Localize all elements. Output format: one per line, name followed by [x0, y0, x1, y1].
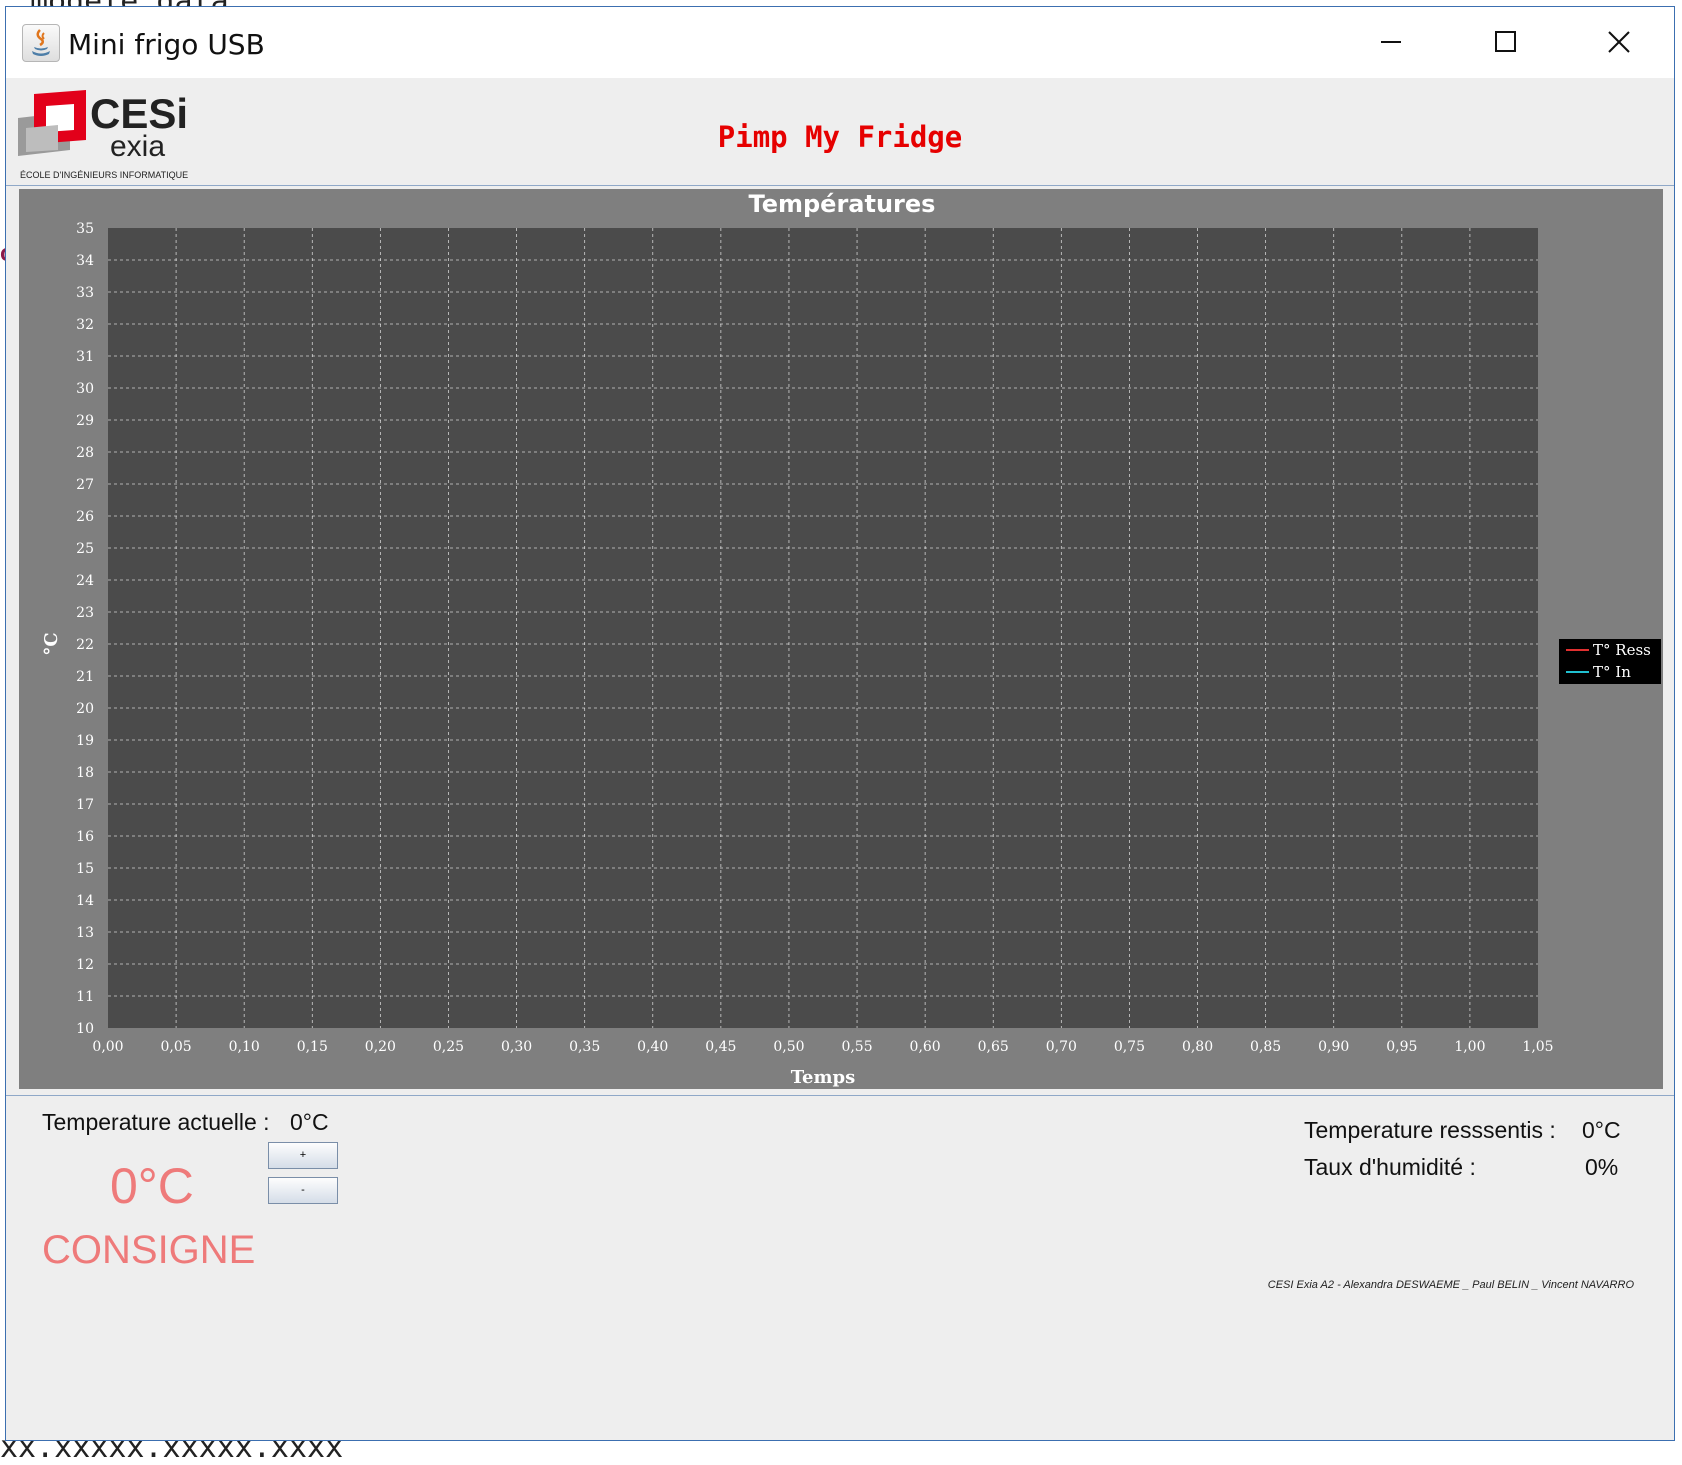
x-tick-label: 0,85 [1250, 1039, 1281, 1055]
current-temperature-label: Temperature actuelle : [42, 1109, 270, 1135]
humidity-value: 0% [1585, 1154, 1619, 1180]
y-tick-label: 35 [76, 221, 94, 237]
x-tick-label: 0,65 [978, 1039, 1009, 1055]
y-tick-label: 17 [76, 797, 94, 813]
y-tick-label: 23 [76, 605, 94, 621]
maximize-button[interactable] [1448, 7, 1563, 78]
minimize-icon [1381, 41, 1401, 43]
y-tick-label: 33 [76, 285, 94, 301]
close-icon [1608, 31, 1630, 53]
setpoint-label: CONSIGNE [42, 1228, 256, 1272]
credits-text: CESI Exia A2 - Alexandra DESWAEME _ Paul… [1267, 1279, 1634, 1291]
y-tick-label: 32 [76, 317, 94, 333]
x-tick-label: 1,05 [1522, 1039, 1553, 1055]
title-bar: Mini frigo USB [6, 7, 1674, 78]
x-tick-label: 0,50 [773, 1039, 804, 1055]
close-button[interactable] [1561, 7, 1676, 78]
y-tick-label: 11 [76, 989, 94, 1005]
x-tick-label: 0,75 [1114, 1039, 1145, 1055]
felt-temperature-label: Temperature resssentis : [1304, 1117, 1556, 1143]
app-window: Mini frigo USB CESi exia ÉCOLE D'INGÉNIE… [5, 6, 1675, 1441]
increase-setpoint-button[interactable]: + [268, 1142, 338, 1169]
current-temperature-value: 0°C [290, 1109, 329, 1135]
x-axis-label: Temps [791, 1067, 856, 1088]
x-tick-label: 0,25 [433, 1039, 464, 1055]
app-title: Pimp My Fridge [717, 120, 963, 154]
y-tick-label: 25 [76, 541, 94, 557]
y-tick-label: 29 [76, 413, 94, 429]
x-tick-label: 0,95 [1386, 1039, 1417, 1055]
y-tick-label: 19 [76, 733, 94, 749]
x-tick-label: 0,55 [841, 1039, 872, 1055]
y-tick-label: 14 [76, 893, 94, 909]
setpoint-value: 0°C [110, 1158, 194, 1214]
minimize-button[interactable] [1333, 7, 1448, 78]
y-tick-label: 13 [76, 925, 94, 941]
x-tick-label: 0,60 [910, 1039, 941, 1055]
chart-title: Températures [749, 190, 936, 218]
chart-svg: Températures 0,00 0,05 0,10 0,15 0,20 0,25 0,3… [41, 190, 1661, 1088]
felt-temperature-value: 0°C [1582, 1117, 1621, 1143]
y-tick-label: 15 [76, 861, 94, 877]
y-tick-label: 16 [76, 829, 94, 845]
legend-label: T° In [1593, 663, 1631, 681]
y-tick-label: 28 [76, 445, 94, 461]
y-axis-label: °C [41, 632, 62, 655]
x-tick-label: 1,00 [1454, 1039, 1485, 1055]
y-tick-label: 31 [76, 349, 94, 365]
x-tick-label: 0,15 [297, 1039, 328, 1055]
x-tick-label: 0,90 [1318, 1039, 1349, 1055]
decrease-setpoint-button[interactable]: - [268, 1177, 338, 1204]
y-tick-label: 30 [76, 381, 94, 397]
y-tick-label: 18 [76, 765, 94, 781]
legend-label: T° Ress [1593, 641, 1651, 659]
x-tick-label: 0,10 [229, 1039, 260, 1055]
humidity-label: Taux d'humidité : [1304, 1154, 1476, 1180]
status-panel: Temperature actuelle : 0°C 0°C CONSIGNE … [6, 1095, 1674, 1441]
x-tick-label: 0,35 [569, 1039, 600, 1055]
x-tick-label: 0,00 [92, 1039, 123, 1055]
y-tick-label: 34 [76, 253, 94, 269]
x-tick-label: 0,40 [637, 1039, 668, 1055]
x-tick-label: 0,70 [1046, 1039, 1077, 1055]
y-tick-label: 27 [76, 477, 94, 493]
maximize-icon [1495, 31, 1516, 52]
x-tick-label: 0,80 [1182, 1039, 1213, 1055]
y-tick-label: 10 [76, 1021, 94, 1037]
java-app-icon [22, 24, 60, 62]
x-tick-label: 0,05 [161, 1039, 192, 1055]
x-tick-label: 0,30 [501, 1039, 532, 1055]
x-tick-label: 0,45 [705, 1039, 736, 1055]
header-panel: CESi exia ÉCOLE D'INGÉNIEURS INFORMATIQU… [6, 78, 1674, 186]
x-tick-label: 0,20 [365, 1039, 396, 1055]
logo-tagline: ÉCOLE D'INGÉNIEURS INFORMATIQUE [20, 170, 188, 180]
plot-area [108, 228, 1538, 1028]
y-tick-label: 21 [76, 669, 94, 685]
y-tick-label: 26 [76, 509, 94, 525]
legend: T° Ress T° In [1559, 639, 1661, 684]
window-title: Mini frigo USB [68, 28, 265, 61]
y-tick-label: 22 [76, 637, 94, 653]
y-tick-label: 12 [76, 957, 94, 973]
temperature-chart: Températures 0,00 0,05 0,10 0,15 0,20 0,25 0,3… [19, 189, 1663, 1089]
y-tick-label: 24 [76, 573, 94, 589]
y-tick-label: 20 [76, 701, 94, 717]
